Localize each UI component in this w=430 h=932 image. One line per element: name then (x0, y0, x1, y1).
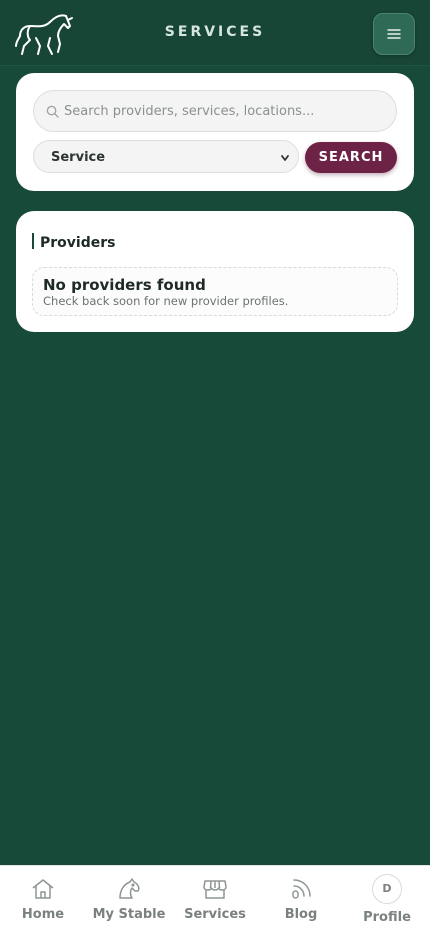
nav-item-services[interactable]: Services (172, 866, 258, 932)
search-box[interactable] (33, 90, 397, 132)
service-filter-value: Service (51, 150, 106, 165)
menu-button[interactable] (373, 13, 415, 55)
empty-state-title: No providers found (43, 276, 206, 294)
providers-card: Providers No providers found Check back … (16, 211, 414, 332)
horse-head-icon (119, 878, 140, 899)
home-icon (32, 879, 54, 899)
search-icon (46, 105, 59, 118)
page-title: SERVICES (164, 24, 266, 40)
nav-item-my-stable[interactable]: My Stable (86, 866, 172, 932)
search-button[interactable]: SEARCH (305, 142, 397, 173)
service-filter-select[interactable]: Service (33, 140, 299, 173)
empty-state: No providers found Check back soon for n… (32, 267, 398, 316)
nav-label-my-stable: My Stable (92, 907, 166, 922)
nav-label-services: Services (184, 907, 246, 922)
providers-heading: Providers (40, 235, 116, 251)
rss-icon (292, 879, 311, 899)
nav-label-profile: Profile (363, 910, 411, 925)
nav-item-profile[interactable]: D Profile (344, 866, 430, 932)
section-accent-bar (32, 233, 34, 249)
nav-item-blog[interactable]: Blog (258, 866, 344, 932)
nav-label-home: Home (21, 907, 65, 922)
top-bar: SERVICES (0, 0, 430, 66)
chevron-down-icon (281, 155, 289, 161)
avatar: D (372, 874, 402, 904)
search-input[interactable] (64, 91, 390, 131)
search-card: Service SEARCH (16, 73, 414, 191)
storefront-icon (203, 880, 227, 899)
nav-item-home[interactable]: Home (0, 866, 86, 932)
bottom-nav: Home My Stable Services Blog D Profile (0, 865, 430, 932)
nav-label-blog: Blog (284, 907, 318, 922)
hamburger-menu-icon (387, 29, 401, 39)
empty-state-message: Check back soon for new provider profile… (43, 294, 289, 308)
